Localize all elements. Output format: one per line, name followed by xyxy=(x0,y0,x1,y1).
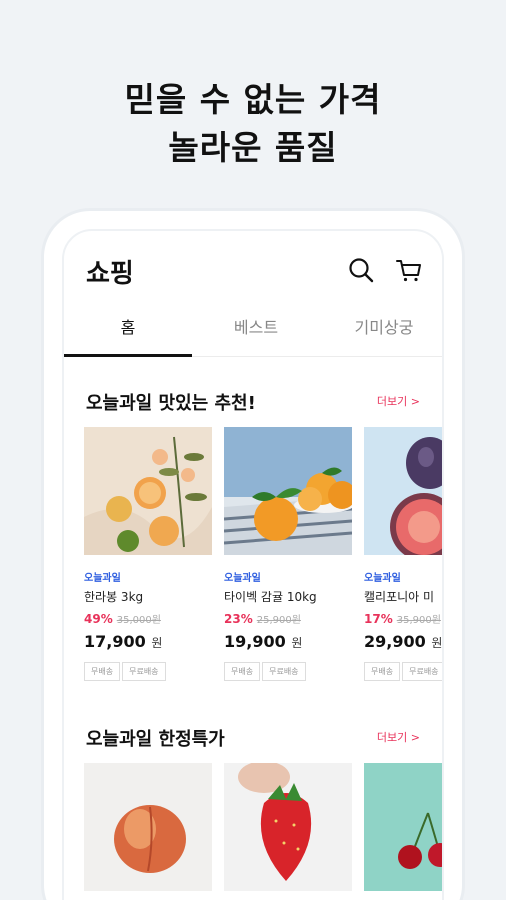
sale-price: 19,900 xyxy=(224,632,286,651)
app-title: 쇼핑 xyxy=(86,259,134,289)
price-unit: 원 xyxy=(431,636,443,650)
product-image xyxy=(84,763,212,891)
tab-best[interactable]: 베스트 xyxy=(192,303,320,357)
original-price: 35,900원 xyxy=(396,615,441,626)
product-card[interactable]: 오늘과일 한라봉 3kg 49% 35,000원 17,900 원 무배송 무료배송 xyxy=(84,427,212,681)
search-icon[interactable] xyxy=(346,255,376,285)
product-image xyxy=(364,763,442,891)
product-image xyxy=(224,763,352,891)
sale-price: 29,900 xyxy=(364,632,426,651)
product-card[interactable]: 오늘과일 타이벡 감귤 10kg 23% 25,900원 19,900 원 무배송… xyxy=(224,427,352,681)
discount-rate: 17% xyxy=(364,612,393,626)
original-price: 35,000원 xyxy=(116,615,161,626)
cart-icon[interactable] xyxy=(394,255,424,285)
product-image xyxy=(224,427,352,555)
original-price: 25,900원 xyxy=(256,615,301,626)
headline-line1: 믿을 수 없는 가격 xyxy=(124,80,382,119)
tag: 무배송 xyxy=(364,662,401,681)
product-brand: 오늘과일 xyxy=(364,573,401,584)
discount-rate: 23% xyxy=(224,612,253,626)
product-card[interactable]: 오늘과일 캘리포니아 미 17% 35,900원 29,900 원 무배송 무료배송 xyxy=(364,427,443,681)
price-unit: 원 xyxy=(291,636,303,650)
tag: 무료배송 xyxy=(402,662,442,681)
more-link-recommend[interactable]: 더보기 > xyxy=(377,393,420,409)
headline-line2: 놀라운 품질 xyxy=(168,128,338,167)
product-card[interactable] xyxy=(364,763,442,891)
tag: 무료배송 xyxy=(262,662,306,681)
tag: 무배송 xyxy=(84,662,121,681)
product-card[interactable] xyxy=(84,763,212,891)
tab-bar: 홈 베스트 기미상궁 xyxy=(64,303,442,357)
product-brand: 오늘과일 xyxy=(224,573,261,584)
product-name: 타이벡 감귤 10kg xyxy=(224,590,317,604)
product-name: 한라봉 3kg xyxy=(84,590,144,604)
more-link-special[interactable]: 더보기 > xyxy=(377,729,420,745)
product-brand: 오늘과일 xyxy=(84,573,121,584)
product-name: 캘리포니아 미 xyxy=(364,590,435,604)
discount-rate: 49% xyxy=(84,612,113,626)
section-title-special: 오늘과일 한정특가 xyxy=(86,729,225,750)
tag: 무료배송 xyxy=(122,662,166,681)
section-title-recommend: 오늘과일 맛있는 추천! xyxy=(86,393,256,414)
product-image xyxy=(84,427,212,555)
tab-taster[interactable]: 기미상궁 xyxy=(320,303,442,357)
tag: 무배송 xyxy=(224,662,261,681)
headline: 믿을 수 없는 가격 놀라운 품질 xyxy=(0,76,506,172)
phone-frame: 쇼핑 홈 베스트 기미상궁 오늘과일 맛있는 추천! 더보기 > 오늘과일 한라… xyxy=(44,211,462,900)
sale-price: 17,900 xyxy=(84,632,146,651)
app-screen: 쇼핑 홈 베스트 기미상궁 오늘과일 맛있는 추천! 더보기 > 오늘과일 한라… xyxy=(62,229,444,900)
tab-home[interactable]: 홈 xyxy=(64,303,192,357)
price-unit: 원 xyxy=(151,636,163,650)
product-card[interactable] xyxy=(224,763,352,891)
product-image xyxy=(364,427,442,555)
